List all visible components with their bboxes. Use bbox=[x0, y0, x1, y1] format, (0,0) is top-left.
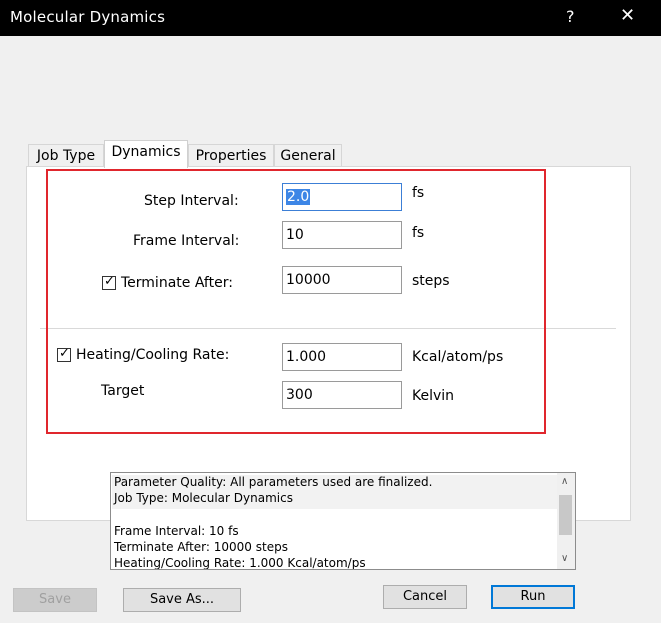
close-icon[interactable]: ✕ bbox=[620, 5, 635, 26]
cancel-button[interactable]: Cancel bbox=[383, 585, 467, 609]
run-button[interactable]: Run bbox=[491, 585, 575, 609]
status-line: Heating/Cooling Rate: 1.000 Kcal/atom/ps bbox=[114, 556, 366, 570]
parameter-status-list[interactable]: Parameter Quality: All parameters used a… bbox=[110, 472, 576, 570]
tab-job-type[interactable]: Job Type bbox=[28, 144, 104, 167]
molecular-dynamics-dialog: Molecular Dynamics ? ✕ Job Type Dynamics… bbox=[0, 0, 661, 623]
chevron-down-icon[interactable]: ∨ bbox=[561, 553, 568, 564]
chevron-up-icon[interactable]: ∧ bbox=[561, 476, 568, 487]
scrollbar-thumb[interactable] bbox=[559, 495, 572, 535]
tab-general[interactable]: General bbox=[274, 144, 342, 167]
status-line: Terminate After: 10000 steps bbox=[114, 540, 288, 554]
status-line: Parameter Quality: All parameters used a… bbox=[114, 475, 433, 489]
list-scrollbar[interactable]: ∧ ∨ bbox=[557, 473, 575, 569]
status-line: Job Type: Molecular Dynamics bbox=[114, 491, 293, 505]
help-icon[interactable]: ? bbox=[566, 7, 575, 26]
save-button[interactable]: Save bbox=[13, 588, 97, 612]
highlight-box bbox=[46, 169, 546, 434]
title-bar: Molecular Dynamics ? ✕ bbox=[0, 0, 661, 36]
status-line: Frame Interval: 10 fs bbox=[114, 524, 239, 538]
window-title: Molecular Dynamics bbox=[10, 8, 166, 26]
save-as-button[interactable]: Save As... bbox=[123, 588, 241, 612]
tab-dynamics[interactable]: Dynamics bbox=[104, 140, 188, 168]
tab-properties[interactable]: Properties bbox=[188, 144, 274, 167]
